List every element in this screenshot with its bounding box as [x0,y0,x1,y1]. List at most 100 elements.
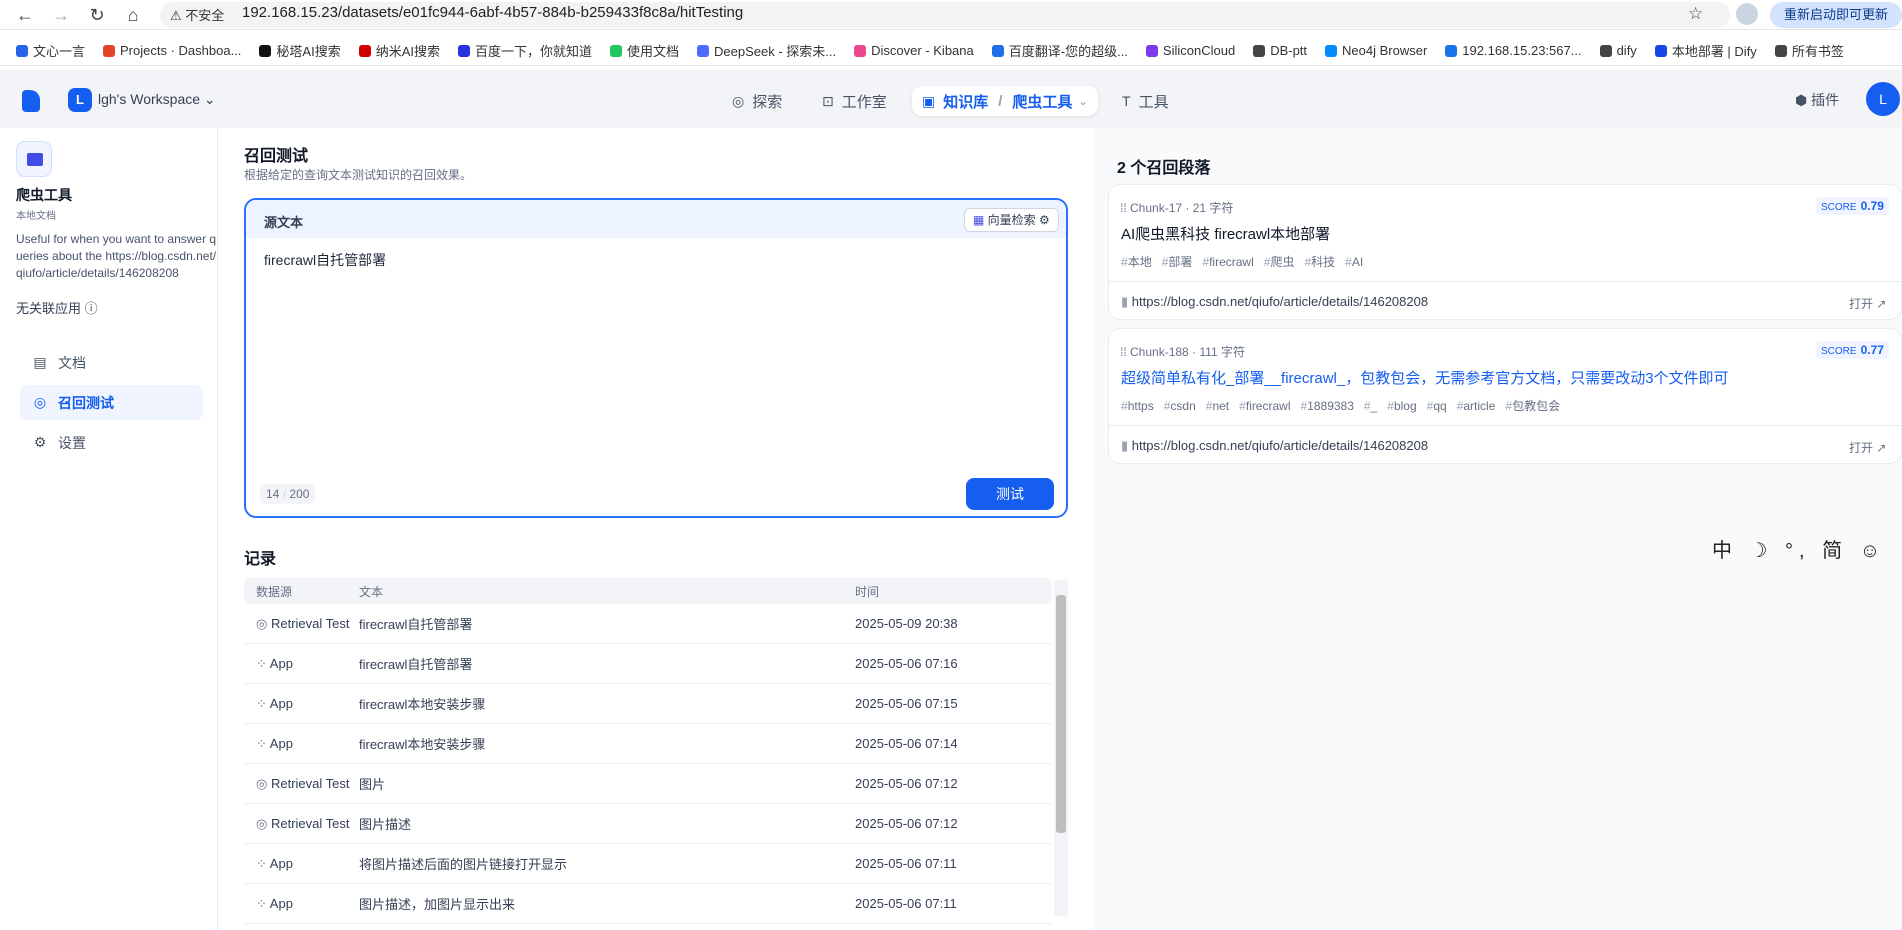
url-text[interactable]: 192.168.15.23/datasets/e01fc944-6abf-4b5… [242,4,743,21]
row-text: 图片 [359,777,386,792]
bookmark-item[interactable]: 文心一言 [16,41,85,60]
bookmark-item[interactable]: dify [1599,43,1637,58]
tag: #https [1121,399,1154,413]
book-icon: ▣ [922,92,936,109]
row-text: 图片描述 [359,817,412,832]
open-link[interactable]: 打开 ↗ [1849,439,1886,456]
row-text: firecrawl自托管部署 [359,617,473,632]
workspace-switcher[interactable]: lgh's Workspace ⌄ [98,91,216,108]
user-avatar[interactable]: L [1866,82,1900,116]
tag: #AI [1345,255,1364,269]
row-time: 2025-05-06 07:14 [855,736,958,751]
target-icon: ◎ [33,394,47,410]
table-row[interactable]: ⁘ App 将图片描述后面的图片链接打开显示 2025-05-06 07:11 [244,844,1052,884]
bookmark-item[interactable]: DB-ptt [1253,43,1307,58]
bookmark-item[interactable]: 纳米AI搜索 [358,41,440,60]
nav-explore[interactable]: ◎ 探索 [722,86,792,116]
hammer-icon: T [1122,93,1131,109]
table-row[interactable]: ◎ Retrieval Test 图片 2025-05-06 07:12 [244,764,1052,804]
bookmark-item[interactable]: 本地部署 | Dify [1654,41,1757,60]
bookmark-icon [854,44,867,57]
bookmark-icon [458,44,470,57]
bookmark-item[interactable]: Neo4j Browser [1325,43,1427,58]
workspace-avatar[interactable]: L [68,88,92,112]
dify-logo[interactable] [22,90,40,112]
bookmark-item[interactable]: SiliconCloud [1145,43,1235,58]
bookmark-item[interactable]: Projects · Dashboa... [103,43,241,58]
app-icon: ⁘ [256,695,270,711]
bookmark-item[interactable]: 百度一下，你就知道 [458,41,592,60]
chevron-down-icon: ⌄ [203,91,216,107]
sidebar-item-documents[interactable]: ▤ 文档 [20,345,203,380]
source-text-label: 源文本 [264,215,304,230]
bookmark-icon [1253,44,1266,57]
chunk-card[interactable]: ⁞⁞ Chunk-17 · 21 字符 SCORE 0.79 AI爬虫黑科技 fire… [1108,184,1902,320]
bookmark-icon [358,44,371,57]
bookmark-item[interactable]: DeepSeek - 探索未... [697,41,836,60]
plugins-button[interactable]: ⬢ 插件 [1795,90,1839,110]
row-time: 2025-05-09 20:38 [855,616,958,631]
table-row[interactable]: ◎ Retrieval Test 图片描述 2025-05-06 07:12 [244,804,1052,844]
hash-icon: # [1121,399,1128,413]
bookmark-item[interactable]: 所有书签 [1774,41,1844,60]
query-header [246,200,1066,238]
sidebar-item-settings[interactable]: ⚙ 设置 [20,425,203,460]
row-time: 2025-05-06 07:12 [855,776,958,791]
nav-knowledge[interactable]: ▣ 知识库 / 爬虫工具 ⌄ [912,86,1098,116]
bookmark-item[interactable]: Discover - Kibana [854,43,974,58]
table-row[interactable]: ⁘ App firecrawl自托管部署 2025-05-06 07:16 [244,644,1052,684]
nav-studio[interactable]: ⊡ 工作室 [812,86,897,116]
dataset-name: 爬虫工具 [16,187,72,203]
nav-tools[interactable]: T 工具 [1112,86,1179,116]
row-text: 图片描述，加图片显示出来 [359,897,516,912]
insecure-badge[interactable]: ⚠ 不安全 [170,5,224,24]
scrollbar-thumb[interactable] [1056,595,1066,833]
query-input[interactable]: firecrawl自托管部署 [264,250,386,270]
sidebar-item-recall-test[interactable]: ◎ 召回测试 [20,385,203,420]
bookmark-item[interactable]: 百度翻译-您的超级... [991,41,1128,60]
chunk-card[interactable]: ⁞⁞ Chunk-188 · 111 字符 SCORE 0.77 超级简单私有化_部署… [1108,328,1902,464]
test-button[interactable]: 测试 [966,478,1054,510]
bookmark-icon [991,44,1004,57]
reload-icon[interactable]: ↻ [86,4,108,26]
row-time: 2025-05-06 07:15 [855,696,958,711]
dataset-description: Useful for when you want to answer queri… [16,232,217,280]
row-source: ⁘ App [256,735,293,751]
update-button[interactable]: 重新启动即可更新 [1770,2,1902,28]
grid-icon: ⁞⁞ [1120,345,1131,359]
bookmark-item[interactable]: 192.168.15.23:567... [1445,43,1582,58]
chunk-tags: #https #csdn #net #firecrawl #1889383 #_ #blog… [1121,397,1570,414]
app-icon: ⁘ [256,855,270,871]
back-icon[interactable]: ← [14,4,36,26]
ime-toolbar[interactable]: 中 ☽ °, 简 ☺ [1712,534,1886,563]
column-source: 数据源 [256,584,293,599]
row-text: firecrawl本地安装步骤 [359,737,486,752]
open-link[interactable]: 打开 ↗ [1849,295,1886,312]
chunk-tags: #本地 #部署 #firecrawl #爬虫 #科技 #AI [1121,253,1373,270]
chunk-meta: ⁞⁞ Chunk-17 · 21 字符 [1120,201,1234,215]
info-icon[interactable]: ⓘ [85,301,98,316]
bookmark-icon [1599,44,1612,57]
home-icon[interactable]: ⌂ [122,4,144,26]
profile-avatar[interactable] [1736,3,1758,25]
retrieval-method-button[interactable]: ▦ 向量检索 ⚙ [964,208,1059,232]
hash-icon: # [1345,255,1352,269]
bookmark-item[interactable]: 使用文档 [610,41,679,60]
bookmark-icon [1445,44,1458,57]
column-time: 时间 [855,584,880,599]
target-icon: ◎ [256,775,271,791]
dataset-switcher[interactable]: 爬虫工具 [1012,91,1072,112]
bookmark-star-icon[interactable]: ☆ [1688,4,1703,24]
table-row[interactable]: ⁘ App 图片描述，加图片显示出来 2025-05-06 07:11 [244,884,1052,924]
score-badge: SCORE 0.77 [1816,341,1889,359]
table-row[interactable]: ⁘ App firecrawl本地安装步骤 2025-05-06 07:15 [244,684,1052,724]
forward-icon[interactable]: → [50,4,72,26]
bookmark-icon [16,44,28,57]
hash-icon: # [1121,255,1128,269]
row-source: ⁘ App [256,655,293,671]
bookmark-item[interactable]: 秘塔AI搜索 [259,41,341,60]
app-icon: ⁘ [256,735,270,751]
table-row[interactable]: ◎ Retrieval Test firecrawl自托管部署 2025-05-09… [244,604,1052,644]
table-row[interactable]: ⁘ App firecrawl本地安装步骤 2025-05-06 07:14 [244,724,1052,764]
app-icon: ⁘ [256,895,270,911]
